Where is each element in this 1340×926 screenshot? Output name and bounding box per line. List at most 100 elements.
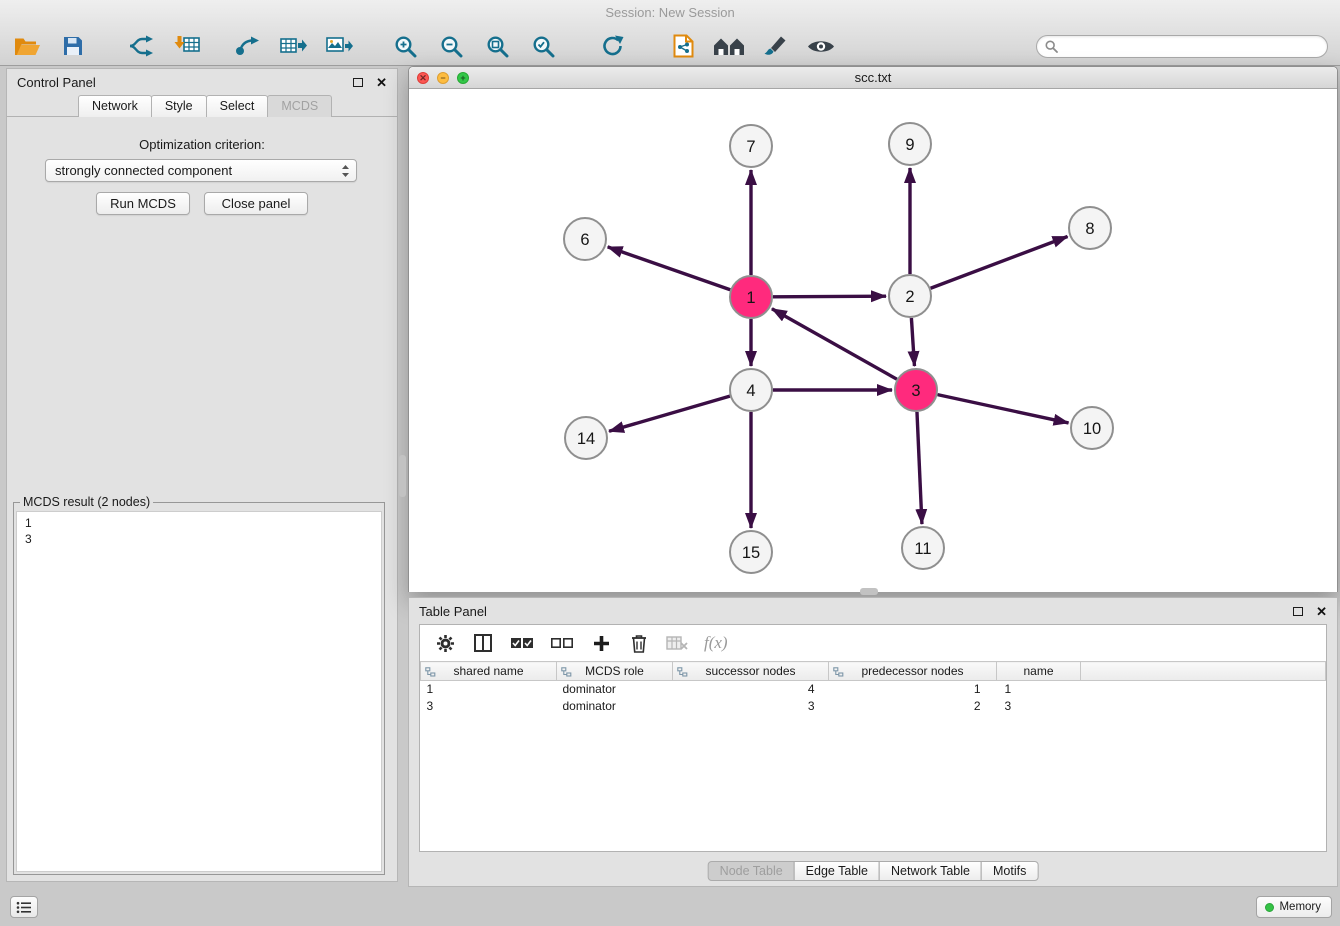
table-cell[interactable]: 1 — [997, 681, 1081, 698]
graph-node[interactable]: 10 — [1071, 407, 1113, 449]
function-builder-button[interactable]: f(x) — [704, 631, 728, 655]
minimize-window-icon[interactable] — [437, 72, 449, 84]
column-edit-icon — [833, 667, 844, 677]
table-row[interactable]: 3dominator323 — [421, 698, 1326, 715]
column-edit-icon — [561, 667, 572, 677]
table-delete-icon — [666, 635, 688, 651]
paint-style-button[interactable] — [758, 31, 792, 61]
graph-node[interactable]: 9 — [889, 123, 931, 165]
close-panel-icon[interactable] — [376, 76, 387, 89]
import-table-button[interactable] — [170, 31, 204, 61]
table-cell[interactable]: 3 — [421, 698, 557, 715]
network-document-button[interactable] — [666, 31, 700, 61]
graph-node[interactable]: 15 — [730, 531, 772, 573]
tab-network-table[interactable]: Network Table — [879, 861, 982, 881]
gear-icon — [436, 634, 455, 653]
graph-node[interactable]: 7 — [730, 125, 772, 167]
float-panel-icon[interactable] — [353, 78, 363, 87]
refresh-layout-button[interactable] — [596, 31, 630, 61]
graph-node[interactable]: 6 — [564, 218, 606, 260]
table-cell[interactable]: 3 — [997, 698, 1081, 715]
graph-edge[interactable] — [772, 309, 897, 379]
column-header-name[interactable]: name — [997, 662, 1081, 681]
search-input[interactable] — [1064, 39, 1319, 53]
column-header-shared-name[interactable]: shared name — [421, 662, 557, 681]
criterion-dropdown[interactable]: strongly connected component — [45, 159, 357, 182]
column-header-successor-nodes[interactable]: successor nodes — [673, 662, 829, 681]
deselect-all-button[interactable] — [550, 631, 574, 655]
close-table-panel-icon[interactable] — [1316, 605, 1327, 618]
graph-edge[interactable] — [931, 236, 1068, 288]
table-cell[interactable]: 3 — [673, 698, 829, 715]
panel-splitter-horizontal[interactable] — [860, 588, 878, 595]
tab-node-table[interactable]: Node Table — [708, 861, 795, 881]
show-columns-button[interactable] — [472, 631, 494, 655]
tab-network[interactable]: Network — [78, 95, 152, 117]
close-window-icon[interactable] — [417, 72, 429, 84]
graph-node-label: 7 — [746, 138, 755, 156]
table-cell[interactable]: dominator — [557, 698, 673, 715]
app-chrome: Session: New Session — [0, 0, 1340, 66]
table-row[interactable]: 1dominator411 — [421, 681, 1326, 698]
run-mcds-button[interactable]: Run MCDS — [96, 192, 190, 215]
graph-edge[interactable] — [911, 318, 914, 366]
tab-motifs[interactable]: Motifs — [981, 861, 1038, 881]
graph-node[interactable]: 11 — [902, 527, 944, 569]
export-table-button[interactable] — [276, 31, 310, 61]
graph-node[interactable]: 3 — [895, 369, 937, 411]
memory-button[interactable]: Memory — [1256, 896, 1332, 918]
table-cell[interactable]: 1 — [829, 681, 997, 698]
session-group — [10, 31, 90, 61]
unchecked-boxes-icon — [550, 637, 574, 650]
select-all-button[interactable] — [510, 631, 534, 655]
column-header-predecessor-nodes[interactable]: predecessor nodes — [829, 662, 997, 681]
graph-node[interactable]: 4 — [730, 369, 772, 411]
network-canvas[interactable]: 7 9 6 8 1 2 4 3 14 10 15 11 — [409, 89, 1337, 592]
graph-node[interactable]: 8 — [1069, 207, 1111, 249]
zoom-in-button[interactable] — [388, 31, 422, 61]
table-cell[interactable]: 4 — [673, 681, 829, 698]
plus-icon — [593, 635, 610, 652]
float-table-panel-icon[interactable] — [1293, 607, 1303, 616]
tab-select[interactable]: Select — [206, 95, 269, 117]
tab-mcds[interactable]: MCDS — [267, 95, 332, 117]
network-window-titlebar[interactable]: scc.txt — [409, 67, 1337, 89]
graph-node[interactable]: 2 — [889, 275, 931, 317]
mcds-result-text[interactable]: 1 3 — [16, 511, 382, 872]
zoom-selected-button[interactable] — [526, 31, 560, 61]
column-header-mcds-role[interactable]: MCDS role — [557, 662, 673, 681]
open-session-button[interactable] — [10, 31, 44, 61]
maximize-window-icon[interactable] — [457, 72, 469, 84]
close-panel-button[interactable]: Close panel — [204, 192, 308, 215]
zoom-out-button[interactable] — [434, 31, 468, 61]
show-hide-button[interactable] — [804, 31, 838, 61]
first-neighbors-button[interactable] — [712, 31, 746, 61]
graph-edge[interactable] — [773, 296, 886, 297]
table-cell[interactable]: 1 — [421, 681, 557, 698]
graph-edge[interactable] — [917, 412, 922, 524]
graph-edge[interactable] — [609, 396, 730, 431]
graph-edge[interactable] — [608, 247, 731, 290]
save-session-button[interactable] — [56, 31, 90, 61]
tab-edge-table[interactable]: Edge Table — [794, 861, 880, 881]
panel-splitter-vertical[interactable] — [399, 455, 406, 497]
export-image-button[interactable] — [322, 31, 356, 61]
delete-table-button[interactable] — [666, 631, 688, 655]
table-settings-button[interactable] — [434, 631, 456, 655]
import-network-button[interactable] — [124, 31, 158, 61]
table-cell[interactable]: dominator — [557, 681, 673, 698]
export-network-button[interactable] — [230, 31, 264, 61]
graph-node[interactable]: 1 — [730, 276, 772, 318]
tab-style[interactable]: Style — [151, 95, 207, 117]
add-column-button[interactable] — [590, 631, 612, 655]
search-field[interactable] — [1036, 35, 1328, 58]
delete-column-button[interactable] — [628, 631, 650, 655]
graph-node-label: 2 — [905, 288, 914, 306]
zoom-fit-button[interactable] — [480, 31, 514, 61]
table-cell[interactable]: 2 — [829, 698, 997, 715]
log-console-button[interactable] — [10, 896, 38, 918]
graph-edge[interactable] — [938, 395, 1069, 423]
trash-icon — [631, 634, 647, 653]
main-toolbar — [0, 26, 1340, 66]
graph-node[interactable]: 14 — [565, 417, 607, 459]
